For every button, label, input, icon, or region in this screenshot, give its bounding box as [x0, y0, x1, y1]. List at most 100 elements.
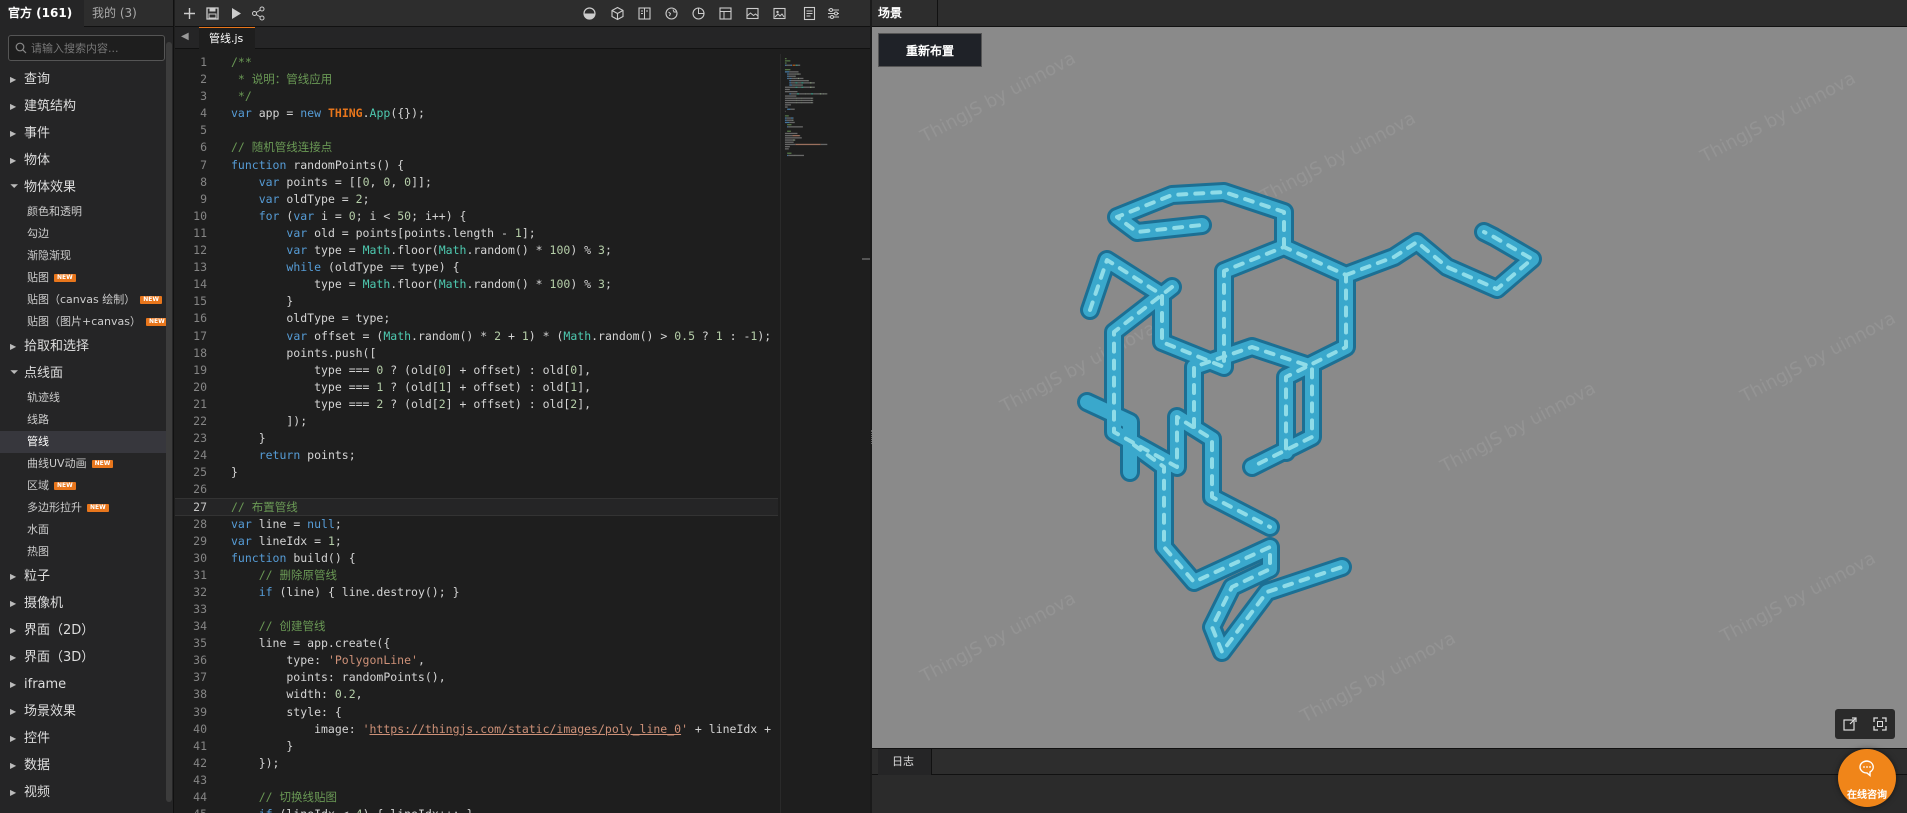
tree-category[interactable]: ▶ 物体 — [0, 147, 166, 174]
tree-item[interactable]: 轨迹线 — [0, 387, 166, 409]
code-line[interactable]: 24 return points; — [175, 447, 778, 464]
code-line[interactable]: 39 style: { — [175, 704, 778, 721]
tab-official[interactable]: 官方 (161) — [0, 0, 84, 27]
tree-category[interactable]: ▶ 建筑结构 — [0, 93, 166, 120]
rebuild-button[interactable]: 重新布置 — [878, 33, 982, 67]
tree-item[interactable]: 区域 NEW — [0, 475, 166, 497]
tree-item[interactable]: 热图 — [0, 541, 166, 563]
code-line[interactable]: 37 points: randomPoints(), — [175, 669, 778, 686]
sidebar-scrollbar[interactable] — [166, 42, 172, 802]
code-line[interactable]: 2 * 说明：管线应用 — [175, 71, 778, 88]
code-line[interactable]: 25} — [175, 464, 778, 481]
tree-category[interactable]: ▶ 控件 — [0, 725, 166, 752]
scene-title[interactable]: 场景 — [878, 0, 938, 27]
code-line[interactable]: 44 // 切换线贴图 — [175, 789, 778, 806]
tree-category[interactable]: ◢ 物体效果 — [0, 174, 166, 201]
picture-icon[interactable] — [771, 5, 788, 22]
code-line[interactable]: 16 oldType = type; — [175, 310, 778, 327]
code-line[interactable]: 15 } — [175, 293, 778, 310]
chevron-left-icon[interactable]: ◀ — [181, 31, 193, 45]
code-line[interactable]: 41 } — [175, 738, 778, 755]
code-line[interactable]: 26 — [175, 481, 778, 498]
tree-item[interactable]: 曲线UV动画 NEW — [0, 453, 166, 475]
tree-item[interactable]: 多边形拉升 NEW — [0, 497, 166, 519]
tab-mine[interactable]: 我的 (3) — [84, 0, 145, 27]
tree-category[interactable]: ▶ 界面（3D） — [0, 644, 166, 671]
code-line[interactable]: 30 function build() { — [175, 550, 778, 567]
file-tab[interactable]: 管线.js — [199, 27, 256, 49]
tree-item[interactable]: 水面 — [0, 519, 166, 541]
search-box[interactable] — [8, 35, 165, 61]
code-area[interactable]: 1/** 2 * 说明：管线应用 3 */4 var app = new THING.… — [175, 54, 778, 813]
code-line[interactable]: 28 var line = null; — [175, 516, 778, 533]
image-icon[interactable] — [744, 5, 761, 22]
online-consult-button[interactable]: 在线咨询 — [1838, 749, 1896, 807]
tree-item[interactable]: 渐隐渐现 — [0, 245, 166, 267]
run-icon[interactable] — [227, 5, 244, 22]
tree-category[interactable]: ▶ 拾取和选择 — [0, 333, 166, 360]
book-icon[interactable] — [636, 5, 653, 22]
tree-category[interactable]: ▶ 数据 — [0, 752, 166, 779]
tree-item[interactable]: 贴图 NEW — [0, 267, 166, 289]
theme-icon[interactable] — [581, 5, 598, 22]
code-line[interactable]: 29 var lineIdx = 1; — [175, 533, 778, 550]
code-line[interactable]: 8 var points = [[0, 0, 0]]; — [175, 174, 778, 191]
code-line[interactable]: 14 type = Math.floor(Math.random() * 100… — [175, 276, 778, 293]
log-tab[interactable]: 日志 — [878, 749, 932, 775]
globe-icon[interactable] — [663, 5, 680, 22]
code-line[interactable]: 43 — [175, 772, 778, 789]
tree-category[interactable]: ▶ 查询 — [0, 66, 166, 93]
editor-scroll-marker[interactable] — [862, 258, 870, 260]
tree-category[interactable]: ▶ 摄像机 — [0, 590, 166, 617]
tree-category[interactable]: ◢ 点线面 — [0, 360, 166, 387]
code-line[interactable]: 19 type === 0 ? (old[0] + offset) : old[… — [175, 362, 778, 379]
code-line[interactable]: 3 */ — [175, 88, 778, 105]
tree-category[interactable]: ▶ 事件 — [0, 120, 166, 147]
tree-category[interactable]: ▶ iframe — [0, 671, 166, 698]
settings-icon[interactable] — [825, 5, 842, 22]
code-line[interactable]: 17 var offset = (Math.random() * 2 + 1) … — [175, 328, 778, 345]
code-line[interactable]: 31 // 删除原管线 — [175, 567, 778, 584]
save-icon[interactable] — [204, 5, 221, 22]
code-line[interactable]: 9 var oldType = 2; — [175, 191, 778, 208]
code-line[interactable]: 12 var type = Math.floor(Math.random() *… — [175, 242, 778, 259]
code-line[interactable]: 34 // 创建管线 — [175, 618, 778, 635]
tree-item[interactable]: 勾边 — [0, 223, 166, 245]
code-line[interactable]: 1 /** — [175, 54, 778, 71]
cube-icon[interactable] — [609, 5, 626, 22]
code-line[interactable]: 42 }); — [175, 755, 778, 772]
layout-icon[interactable] — [717, 5, 734, 22]
code-line[interactable]: 36 type: 'PolygonLine', — [175, 652, 778, 669]
pipeline-model[interactable] — [872, 27, 1907, 748]
code-line[interactable]: 6 // 随机管线连接点 — [175, 139, 778, 156]
code-line[interactable]: 7 function randomPoints() { — [175, 157, 778, 174]
code-line[interactable]: 4 var app = new THING.App({}); — [175, 105, 778, 122]
chart-icon[interactable] — [690, 5, 707, 22]
tree-category[interactable]: ▶ 视频 — [0, 779, 166, 806]
code-line[interactable]: 40 image: 'https://thingjs.com/static/im… — [175, 721, 778, 738]
code-line[interactable]: 38 width: 0.2, — [175, 686, 778, 703]
add-icon[interactable] — [181, 5, 198, 22]
code-line[interactable]: 27 // 布置管线 — [175, 498, 778, 516]
code-line[interactable]: 23 } — [175, 430, 778, 447]
code-line[interactable]: 45 if (lineIdx < 4) { lineIdx++; } — [175, 806, 778, 813]
3d-viewport[interactable]: ThingJS by uinnova ThingJS by uinnova Th… — [872, 27, 1907, 748]
code-line[interactable]: 5 — [175, 122, 778, 139]
code-line[interactable]: 33 — [175, 601, 778, 618]
code-line[interactable]: 21 type === 2 ? (old[2] + offset) : old[… — [175, 396, 778, 413]
tree-category[interactable]: ▶ 界面（2D） — [0, 617, 166, 644]
code-line[interactable]: 11 var old = points[points.length - 1]; — [175, 225, 778, 242]
tree-category[interactable]: ▶ 场景效果 — [0, 698, 166, 725]
notes-icon[interactable] — [801, 5, 818, 22]
tree-item[interactable]: 线路 — [0, 409, 166, 431]
export-icon[interactable] — [1841, 715, 1859, 733]
fullscreen-icon[interactable] — [1871, 715, 1889, 733]
code-line[interactable]: 10 for (var i = 0; i < 50; i++) { — [175, 208, 778, 225]
code-line[interactable]: 32 if (line) { line.destroy(); } — [175, 584, 778, 601]
tree-item[interactable]: 颜色和透明 — [0, 201, 166, 223]
code-line[interactable]: 22 ]); — [175, 413, 778, 430]
tree-item[interactable]: 管线 — [0, 431, 166, 453]
search-input[interactable] — [31, 41, 161, 55]
code-line[interactable]: 35 line = app.create({ — [175, 635, 778, 652]
tree-item[interactable]: 贴图（canvas 绘制） NEW — [0, 289, 166, 311]
